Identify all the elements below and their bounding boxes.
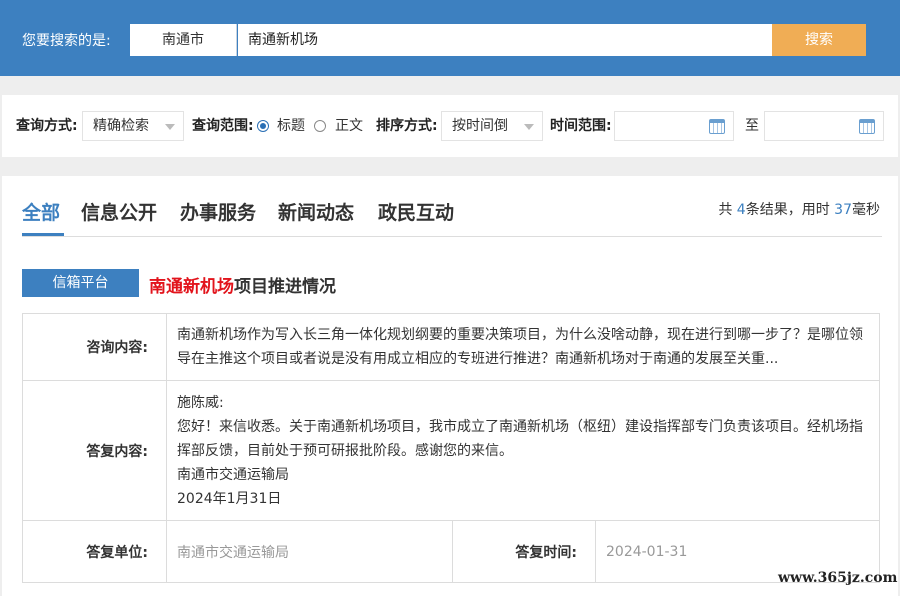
query-mode-value: 精确检索 — [93, 118, 149, 134]
result-stats: 共 4条结果，用时 37毫秒 — [718, 199, 880, 219]
stats-mid: 条结果，用时 — [745, 202, 835, 218]
calendar-icon[interactable] — [859, 119, 875, 134]
reply-row: 答复内容: 施陈威: 您好！来信收悉。关于南通新机场项目，我市成立了南通新机场（… — [22, 380, 880, 521]
scope-title-label: 标题 — [277, 118, 305, 134]
search-bar: 您要搜索的是: 南通市 搜索 — [0, 0, 900, 76]
reply-content: 施陈威: 您好！来信收悉。关于南通新机场项目，我市成立了南通新机场（枢纽）建设指… — [166, 380, 880, 521]
scope-label: 查询范围: — [192, 118, 254, 134]
date-from-input[interactable] — [614, 111, 734, 141]
filter-bar: 查询方式: 精确检索 查询范围: 标题 正文 排序方式: 按时间倒 时间范围: … — [2, 95, 898, 157]
scope-body-radio[interactable] — [314, 120, 326, 132]
city-selector[interactable]: 南通市 — [130, 24, 237, 56]
reply-body: 您好！来信收悉。关于南通新机场项目，我市成立了南通新机场（枢纽）建设指挥部专门负… — [177, 418, 863, 459]
query-mode-select[interactable]: 精确检索 — [82, 111, 184, 141]
tab-divider — [22, 236, 882, 237]
calendar-icon[interactable] — [709, 119, 725, 134]
sort-select[interactable]: 按时间倒 — [441, 111, 543, 141]
sort-value: 按时间倒 — [452, 118, 508, 134]
time-range-label: 时间范围: — [550, 118, 612, 134]
result-title[interactable]: 南通新机场项目推进情况 — [149, 272, 336, 297]
stats-suffix: 毫秒 — [852, 202, 880, 218]
consult-content: 南通新机场作为写入长三角一体化规划纲要的重要决策项目，为什么没啥动静，现在进行到… — [166, 313, 880, 381]
tab-info-disclosure[interactable]: 信息公开 — [81, 198, 157, 225]
reply-signature: 南通市交通运输局 — [177, 466, 289, 483]
consult-label: 咨询内容: — [22, 313, 167, 381]
unit-value: 南通市交通运输局 — [166, 520, 453, 583]
search-button[interactable]: 搜索 — [772, 24, 866, 56]
consult-text: 南通新机场作为写入长三角一体化规划纲要的重要决策项目，为什么没啥动静，现在进行到… — [177, 327, 863, 367]
sort-label: 排序方式: — [376, 118, 438, 134]
tab-services[interactable]: 办事服务 — [180, 198, 256, 225]
scope-title-radio[interactable] — [257, 120, 269, 132]
title-highlight: 南通新机场 — [149, 277, 234, 297]
chevron-down-icon — [165, 124, 175, 130]
reply-greeting: 施陈威: — [177, 394, 224, 411]
elapsed-ms: 37 — [834, 202, 852, 218]
tab-news[interactable]: 新闻动态 — [278, 198, 354, 225]
title-rest: 项目推进情况 — [234, 277, 336, 297]
result-detail-table: 咨询内容: 南通新机场作为写入长三角一体化规划纲要的重要决策项目，为什么没啥动静… — [22, 313, 880, 583]
scope-body-label: 正文 — [335, 118, 363, 134]
consult-row: 咨询内容: 南通新机场作为写入长三角一体化规划纲要的重要决策项目，为什么没啥动静… — [22, 313, 880, 381]
tab-all[interactable]: 全部 — [22, 198, 60, 225]
meta-row: 答复单位: 南通市交通运输局 答复时间: 2024-01-31 — [22, 520, 880, 583]
date-to-input[interactable] — [764, 111, 884, 141]
tab-interaction[interactable]: 政民互动 — [378, 198, 454, 225]
query-mode-label: 查询方式: — [16, 118, 78, 134]
reply-time-label: 答复时间: — [452, 520, 596, 583]
search-label: 您要搜索的是: — [22, 33, 111, 49]
result-count: 4 — [736, 202, 746, 218]
search-input[interactable] — [238, 24, 772, 56]
reply-label: 答复内容: — [22, 380, 167, 521]
stats-prefix: 共 — [718, 202, 737, 218]
results-panel: 全部 信息公开 办事服务 新闻动态 政民互动 共 4条结果，用时 37毫秒 信箱… — [2, 176, 898, 596]
source-badge: 信箱平台 — [22, 269, 139, 297]
chevron-down-icon — [524, 124, 534, 130]
reply-date: 2024年1月31日 — [177, 490, 282, 507]
time-to-label: 至 — [745, 118, 759, 134]
unit-label: 答复单位: — [22, 520, 167, 583]
watermark: www.365jz.com — [778, 570, 898, 586]
